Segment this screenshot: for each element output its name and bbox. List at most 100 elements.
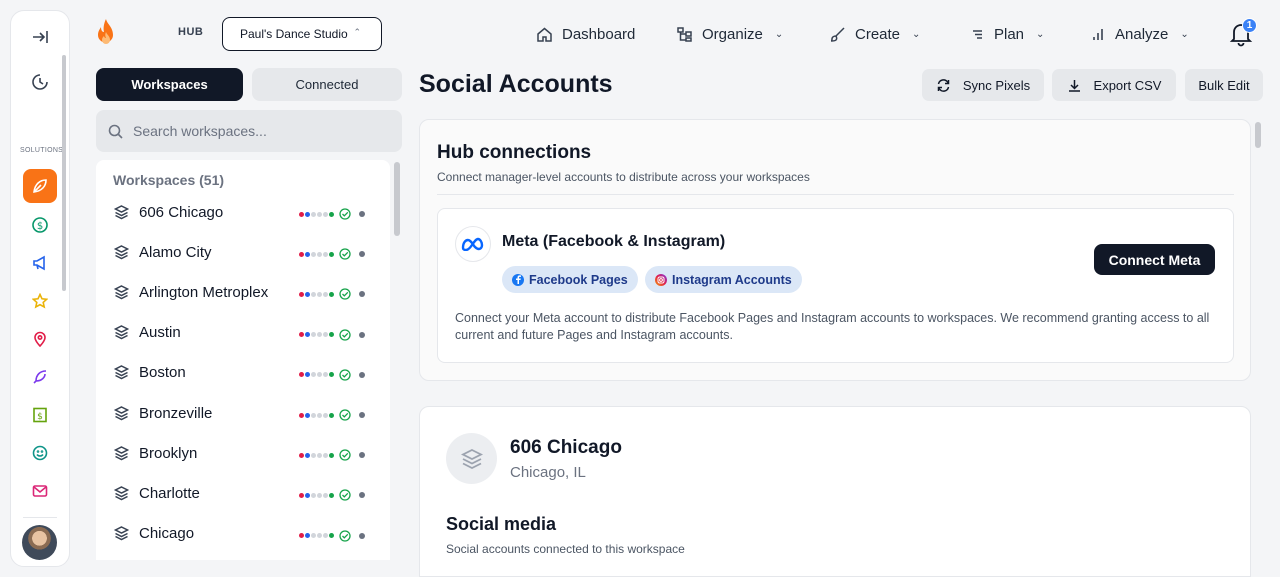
check-circle-icon [339, 208, 351, 220]
nav-analyze-label: Analyze [1115, 25, 1169, 43]
feather-icon[interactable] [29, 366, 51, 388]
solutions-label: SOLUTIONS [20, 147, 64, 154]
avatar[interactable] [22, 525, 57, 560]
export-csv-button[interactable]: Export CSV [1052, 69, 1176, 101]
check-circle-icon [339, 489, 351, 502]
social-media-subtitle: Social accounts connected to this worksp… [446, 542, 685, 556]
page-title: Social Accounts [419, 70, 613, 98]
check-circle-icon [339, 529, 351, 542]
layers-icon [113, 244, 130, 260]
sitemap-icon [677, 26, 692, 42]
leaf-app-icon[interactable] [23, 169, 57, 203]
flame-logo-icon[interactable] [94, 18, 118, 53]
facebook-pages-chip: Facebook Pages [502, 266, 638, 293]
check-circle-icon [339, 288, 351, 301]
workspace-list: Workspaces (51) 606 Chicago Alamo City Arl… [96, 160, 390, 560]
list-item[interactable]: 606 Chicago [113, 198, 378, 226]
list-item[interactable]: Austin [113, 319, 378, 347]
history-icon[interactable] [29, 71, 51, 93]
list-item[interactable]: Bronzeville [113, 399, 378, 427]
layers-icon [113, 365, 130, 380]
list-item[interactable]: Alamo City [113, 238, 378, 266]
platform-status-dots [299, 369, 366, 381]
list-item[interactable]: Boston [113, 359, 378, 387]
meta-title: Meta (Facebook & Instagram) [502, 233, 726, 250]
platform-status-dots [299, 489, 366, 502]
connect-meta-button[interactable]: Connect Meta [1094, 244, 1215, 275]
home-icon [537, 27, 552, 42]
platform-status-dots [299, 328, 366, 341]
list-item[interactable]: Brooklyn [113, 439, 378, 467]
meta-connection-card: Meta (Facebook & Instagram) Facebook Pag… [437, 208, 1234, 363]
platform-status-dots [299, 409, 366, 421]
check-circle-icon [339, 409, 351, 421]
nav-organize-label: Organize [702, 25, 763, 43]
check-circle-icon [339, 449, 351, 461]
platform-status-dots [299, 449, 366, 461]
check-circle-icon [339, 328, 351, 341]
megaphone-icon[interactable] [29, 252, 51, 274]
layers-icon [113, 445, 130, 461]
hub-selected-value: Paul's Dance Studio [240, 27, 348, 41]
search-input[interactable]: Search workspaces... [96, 110, 402, 152]
workspace-name: Charlotte [139, 484, 200, 502]
dollar-icon[interactable]: $ [29, 214, 51, 236]
list-item[interactable]: Charlotte [113, 479, 378, 507]
check-circle-icon [339, 248, 351, 260]
star-icon[interactable] [29, 290, 51, 312]
rail-divider [23, 517, 57, 518]
nav-dashboard[interactable]: Dashboard [536, 17, 635, 51]
hub-connections-subtitle: Connect manager-level accounts to distri… [437, 170, 810, 184]
svg-text:$: $ [37, 221, 43, 232]
list-scrollbar[interactable] [394, 162, 400, 236]
chevron-down-icon: ⌄ [1036, 28, 1045, 40]
mail-icon[interactable] [29, 480, 51, 502]
instagram-accounts-chip: Instagram Accounts [645, 266, 802, 293]
bar-chart-icon [1093, 29, 1103, 40]
tab-workspaces[interactable]: Workspaces [96, 68, 243, 101]
app-rail: SOLUTIONS $ $ [10, 10, 70, 567]
workspace-location: Chicago, IL [510, 464, 586, 481]
chevron-down-icon: ⌄ [1180, 28, 1189, 40]
invoice-icon[interactable]: $ [29, 404, 51, 426]
workspace-name: Alamo City [139, 243, 212, 261]
nav-plan-label: Plan [994, 25, 1025, 43]
bulk-edit-button[interactable]: Bulk Edit [1185, 69, 1263, 101]
workspace-name: Boston [139, 364, 186, 382]
collapse-sidebar-icon[interactable] [29, 26, 51, 48]
chevron-down-icon: ⌄ [912, 28, 921, 40]
nav-analyze[interactable]: Analyze ⌄ [1090, 17, 1189, 51]
layers-icon [113, 204, 130, 219]
workspace-name: 606 Chicago [510, 437, 622, 458]
hub-connections-card: Hub connections Connect manager-level ac… [419, 119, 1251, 381]
rail-scrollbar[interactable] [62, 55, 66, 291]
hub-label: HUB [178, 26, 204, 38]
workspace-name: 606 Chicago [139, 203, 224, 221]
list-item[interactable]: Chicago [113, 520, 378, 548]
platform-status-dots [299, 288, 366, 301]
social-media-title: Social media [446, 514, 557, 534]
nav-plan[interactable]: Plan ⌄ [970, 17, 1044, 51]
sync-pixels-button[interactable]: Sync Pixels [922, 69, 1044, 101]
nav-create[interactable]: Create ⌄ [829, 17, 920, 51]
workspace-list-title: Workspaces (51) [113, 172, 225, 188]
hub-selector[interactable]: Paul's Dance Studio ⌃ [222, 17, 382, 51]
sync-pixels-label: Sync Pixels [962, 77, 1031, 93]
map-pin-icon[interactable] [29, 328, 51, 350]
layers-icon [113, 526, 130, 541]
list-item[interactable]: Arlington Metroplex [113, 278, 378, 306]
search-icon [108, 124, 123, 139]
platform-status-dots [299, 208, 366, 220]
workspace-name: Chicago [139, 525, 195, 543]
workspace-name: Bronzeville [139, 404, 213, 422]
svg-text:$: $ [37, 412, 43, 422]
workspace-name: Arlington Metroplex [139, 283, 269, 301]
workspace-name: Brooklyn [139, 444, 198, 462]
tab-connected[interactable]: Connected [252, 68, 402, 101]
main-scrollbar[interactable] [1255, 122, 1261, 148]
layers-icon [113, 405, 130, 420]
smiley-icon[interactable] [29, 442, 51, 464]
nav-organize[interactable]: Organize ⌄ [676, 17, 783, 51]
export-csv-label: Export CSV [1093, 77, 1162, 93]
hub-connections-title: Hub connections [437, 142, 592, 163]
